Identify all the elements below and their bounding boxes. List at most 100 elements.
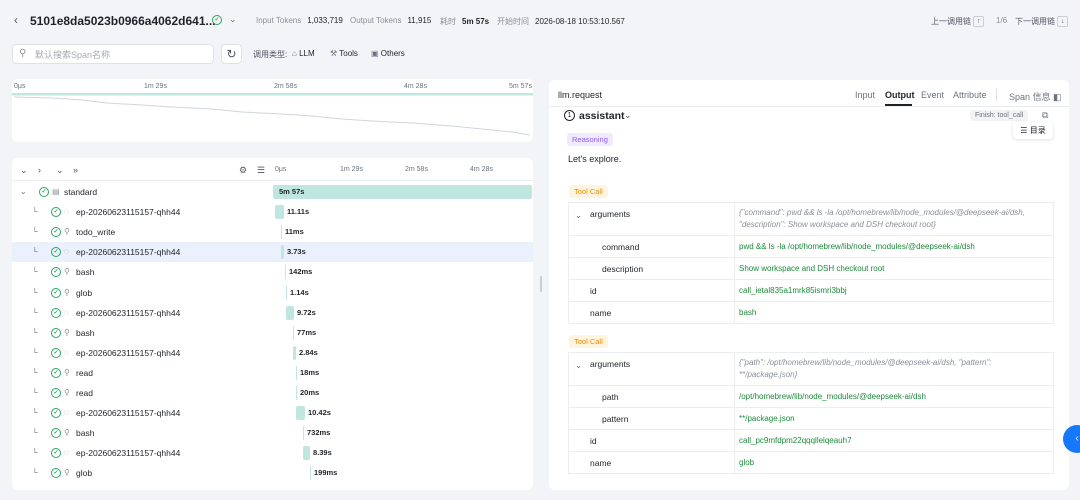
expand-all-icon[interactable]: » bbox=[73, 165, 78, 175]
tab-attribute[interactable]: Attribute bbox=[953, 90, 987, 100]
span-row[interactable]: └ ✓ ◌ ep-20260623115157-qhh44 11.11s bbox=[12, 202, 533, 222]
overview-tick: 4m 28s bbox=[404, 83, 427, 90]
span-name: standard bbox=[64, 187, 98, 197]
start-time: 开始时间 2026-08-18 10:53:10.567 bbox=[497, 16, 625, 27]
span-duration-bar bbox=[281, 225, 282, 240]
tree-tick: 0μs bbox=[275, 166, 287, 173]
span-info-toggle[interactable]: Span 信息 ◧ bbox=[1009, 90, 1062, 103]
chevron-down-icon[interactable]: └ bbox=[32, 328, 38, 337]
span-row[interactable]: └ ✓ ◌ ep-20260623115157-qhh44 10.42s bbox=[12, 403, 533, 423]
duration-value: 5m 57s bbox=[462, 17, 490, 26]
span-row[interactable]: └ ✓ ⚲ glob 1.14s bbox=[12, 283, 533, 303]
chevron-down-icon[interactable]: └ bbox=[32, 468, 38, 477]
filter-llm[interactable]: ⌂ LLM bbox=[292, 49, 315, 58]
span-name: glob bbox=[76, 287, 93, 298]
span-name: read bbox=[76, 388, 94, 398]
overview-tick: 5m 57s bbox=[509, 83, 532, 90]
llm-icon: ◌ bbox=[64, 307, 69, 317]
refresh-button[interactable]: ↻ bbox=[221, 44, 242, 64]
copy-icon[interactable]: ⧉ bbox=[1042, 110, 1048, 121]
id-key: id bbox=[590, 436, 597, 446]
chevron-down-icon[interactable]: ⌄ bbox=[575, 360, 582, 371]
span-search[interactable]: ⚲ bbox=[12, 44, 214, 64]
span-duration: 5m 57s bbox=[279, 187, 305, 196]
span-duration: 8.39s bbox=[313, 448, 332, 458]
tool-args-row[interactable]: ⌄ arguments {"command": pwd && ls -la /o… bbox=[569, 203, 1053, 236]
span-row[interactable]: └ ✓ ⚲ bash 77ms bbox=[12, 323, 533, 343]
chevron-down-icon[interactable]: ⌄ bbox=[575, 210, 582, 221]
overview-tick: 2m 58s bbox=[274, 83, 297, 90]
page-indicator: 1/6 bbox=[996, 16, 1008, 25]
chevron-down-icon[interactable]: └ bbox=[32, 247, 38, 256]
span-name: bash bbox=[76, 428, 95, 439]
filter-tools[interactable]: ⚒ Tools bbox=[330, 49, 358, 58]
span-row[interactable]: └ ✓ ◌ ep-20260623115157-qhh44 3.73s bbox=[12, 242, 533, 263]
description-value: Show workspace and DSH checkout root bbox=[739, 264, 885, 273]
status-ok-icon: ✓ bbox=[51, 287, 61, 298]
toc-button[interactable]: ☰ 目录 bbox=[1013, 122, 1053, 139]
span-row[interactable]: └ ✓ ⚲ read 20ms bbox=[12, 383, 533, 403]
tool-icon: ⚲ bbox=[64, 367, 70, 377]
chevron-down-icon[interactable]: └ bbox=[32, 428, 38, 437]
tab-event[interactable]: Event bbox=[921, 90, 944, 100]
llm-icon: ◌ bbox=[64, 448, 69, 458]
chevron-down-icon[interactable]: ⌄ bbox=[229, 14, 237, 25]
prev-trace-label: 上一调用链 bbox=[931, 17, 971, 26]
chevron-down-icon[interactable]: └ bbox=[32, 388, 38, 397]
search-input[interactable] bbox=[35, 48, 205, 61]
chevron-down-icon[interactable]: └ bbox=[32, 408, 38, 417]
toc-label: 目录 bbox=[1029, 126, 1046, 135]
chevron-down-icon[interactable]: └ bbox=[32, 267, 38, 276]
span-duration: 142ms bbox=[289, 267, 313, 277]
status-ok-icon: ✓ bbox=[51, 367, 61, 378]
tab-output[interactable]: Output bbox=[885, 90, 915, 100]
duration-label: 耗时 bbox=[440, 17, 456, 26]
expand-icon[interactable]: › bbox=[38, 165, 41, 175]
role-index: 1 bbox=[564, 110, 575, 121]
chevron-down-icon[interactable]: └ bbox=[32, 368, 38, 377]
span-row[interactable]: └ ✓ ⚲ read 18ms bbox=[12, 363, 533, 383]
span-row[interactable]: └ ✓ ◌ ep-20260623115157-qhh44 8.39s bbox=[12, 443, 533, 463]
span-row[interactable]: └ ✓ ◌ ep-20260623115157-qhh44 9.72s bbox=[12, 303, 533, 323]
span-name: ep-20260623115157-qhh44 bbox=[76, 408, 181, 419]
status-ok-icon: ✓ bbox=[39, 187, 49, 197]
status-ok-icon: ✓ bbox=[51, 408, 61, 419]
input-tokens-label: Input Tokens bbox=[256, 16, 302, 25]
chevron-down-icon[interactable]: └ bbox=[32, 207, 38, 216]
resize-handle[interactable] bbox=[540, 276, 542, 292]
status-ok-icon: ✓ bbox=[51, 307, 61, 318]
chevron-down-icon[interactable]: ⌄ bbox=[624, 110, 632, 121]
llm-icon: ◌ bbox=[64, 207, 69, 217]
chevron-down-icon[interactable]: ⌄ bbox=[20, 187, 27, 196]
collapse-all-icon[interactable]: ⌄ bbox=[56, 165, 64, 176]
span-row[interactable]: ⌄ ✓ ▤ standard 5m 57s bbox=[12, 182, 533, 202]
span-row[interactable]: └ ✓ ◌ ep-20260623115157-qhh44 2.84s bbox=[12, 343, 533, 363]
tool-args-row[interactable]: ⌄ arguments {"path": /opt/homebrew/lib/n… bbox=[569, 353, 1053, 386]
span-row[interactable]: └ ✓ ⚲ bash 142ms bbox=[12, 262, 533, 282]
next-trace-button[interactable]: 下一调用链 ↓ bbox=[1015, 16, 1069, 28]
back-icon[interactable]: ‹ bbox=[14, 13, 18, 27]
status-ok-icon: ✓ bbox=[51, 428, 61, 439]
chevron-down-icon[interactable]: └ bbox=[32, 448, 38, 457]
chevron-down-icon[interactable]: └ bbox=[32, 227, 38, 236]
tab-input[interactable]: Input bbox=[855, 90, 875, 100]
id-value: call_ietal835a1mrk85ismri3bbj bbox=[739, 286, 847, 295]
status-ok-icon: ✓ bbox=[51, 468, 61, 479]
prev-trace-button[interactable]: 上一调用链 ↑ bbox=[931, 16, 985, 28]
span-row[interactable]: └ ✓ ⚲ bash 732ms bbox=[12, 423, 533, 443]
tool-icon: ⚲ bbox=[64, 287, 70, 297]
list-icon[interactable]: ☰ bbox=[257, 165, 265, 176]
span-duration-bar bbox=[293, 325, 294, 340]
others-icon: ▣ bbox=[371, 49, 379, 58]
chevron-down-icon[interactable]: └ bbox=[32, 288, 38, 297]
chevron-down-icon[interactable]: └ bbox=[32, 348, 38, 357]
llm-icon: ◌ bbox=[64, 247, 69, 257]
settings-icon[interactable]: ⚙ bbox=[239, 165, 247, 176]
span-row[interactable]: └ ✓ ⚲ glob 199ms bbox=[12, 463, 533, 483]
filter-others[interactable]: ▣ Others bbox=[371, 49, 405, 58]
overview-tick: 1m 29s bbox=[144, 83, 167, 90]
panel-toggle-icon: ◧ bbox=[1053, 92, 1062, 102]
collapse-icon[interactable]: ⌄ bbox=[20, 165, 28, 176]
span-row[interactable]: └ ✓ ⚲ todo_write 11ms bbox=[12, 222, 533, 242]
chevron-down-icon[interactable]: └ bbox=[32, 308, 38, 317]
